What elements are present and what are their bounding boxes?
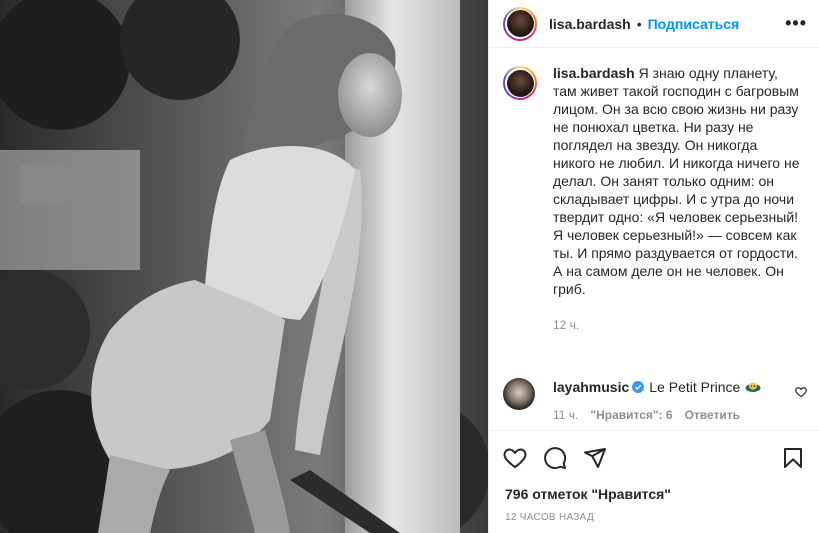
commenter-avatar[interactable] <box>503 378 535 410</box>
follow-button[interactable]: Подписаться <box>648 16 740 32</box>
send-icon[interactable] <box>583 446 607 470</box>
like-count[interactable]: 796 отметок "Нравится" <box>505 486 671 502</box>
caption-avatar[interactable] <box>503 66 537 100</box>
avatar-image <box>506 69 534 97</box>
more-options-icon[interactable]: ••• <box>785 13 807 34</box>
caption-body: lisa.bardash Я знаю одну планету, там жи… <box>553 64 803 298</box>
comment-likes[interactable]: "Нравится": 6 <box>590 408 672 422</box>
post-caption: lisa.bardash Я знаю одну планету, там жи… <box>503 64 805 334</box>
commenter-username[interactable]: layahmusic <box>553 378 629 396</box>
bookmark-icon[interactable] <box>781 446 805 470</box>
comment-time[interactable]: 11 ч. <box>553 408 578 422</box>
author-avatar[interactable] <box>503 6 537 41</box>
comment-meta: 11 ч. "Нравится": 6 Ответить <box>553 408 783 422</box>
post-viewer: lisa.bardash • Подписаться ••• lisa.bard… <box>0 0 819 533</box>
header-separator: • <box>636 15 642 32</box>
comment-text: Le Petit Prince <box>649 379 741 395</box>
post-photo[interactable] <box>0 0 488 533</box>
heart-icon[interactable] <box>795 386 807 398</box>
avatar-image <box>506 10 534 37</box>
comment-item: layahmusic Le Petit Prince 11 ч. "Нравит… <box>503 378 807 422</box>
post-side-panel: lisa.bardash • Подписаться ••• lisa.bard… <box>488 0 819 533</box>
author-username[interactable]: lisa.bardash <box>549 16 631 32</box>
reply-button[interactable]: Ответить <box>685 408 740 422</box>
caption-text: Я знаю одну планету, там живет такой гос… <box>553 65 800 297</box>
comment-icon[interactable] <box>543 446 567 470</box>
emoji-icon <box>745 382 761 392</box>
photo-illustration <box>0 0 488 533</box>
verified-badge-icon <box>632 381 645 393</box>
post-header: lisa.bardash • Подписаться ••• <box>489 0 819 48</box>
caption-username[interactable]: lisa.bardash <box>553 65 635 81</box>
heart-icon[interactable] <box>503 446 527 470</box>
caption-timestamp[interactable]: 12 ч. <box>553 316 803 334</box>
action-bar <box>489 430 819 484</box>
post-timestamp[interactable]: 12 ЧАСОВ НАЗАД <box>505 512 594 523</box>
